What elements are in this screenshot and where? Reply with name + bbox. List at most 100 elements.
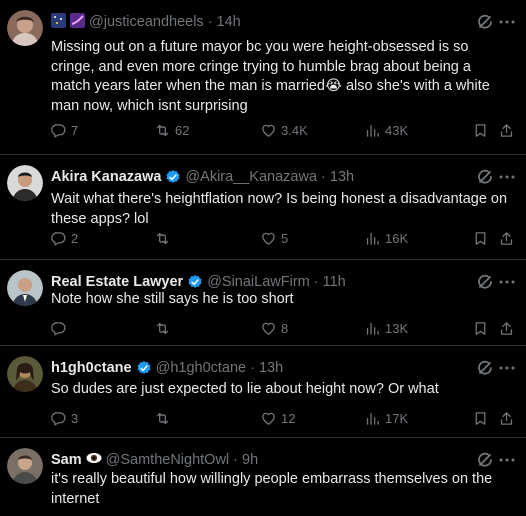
like-button[interactable]: 12 (260, 410, 295, 427)
views-icon (366, 322, 379, 335)
share-button[interactable] (498, 410, 519, 427)
repost-button[interactable] (154, 230, 175, 247)
views-button[interactable]: 13K (364, 320, 408, 337)
reply-count: 7 (71, 123, 79, 138)
view-count: 13K (385, 321, 409, 336)
repost-button[interactable]: 62 (154, 122, 189, 139)
share-icon (500, 412, 513, 425)
like-count: 5 (281, 231, 289, 246)
repost-icon (156, 232, 169, 245)
more-options-icon[interactable] (498, 451, 516, 469)
bookmark-button[interactable] (472, 410, 493, 427)
separator-dot: · (233, 452, 238, 468)
post-timestamp[interactable]: 14h (217, 14, 241, 30)
post-actions: 7 62 3.4K 43K (50, 122, 516, 142)
heart-icon (262, 322, 275, 335)
post-actions: 3 12 17K (50, 410, 516, 430)
grok-icon[interactable] (476, 273, 494, 291)
post-text: it's really beautiful how willingly peop… (51, 471, 493, 507)
view-count: 43K (385, 123, 409, 138)
reply-button[interactable]: 7 (50, 122, 78, 139)
views-button[interactable]: 16K (364, 230, 408, 247)
avatar[interactable] (7, 10, 43, 46)
repost-button[interactable] (154, 320, 175, 337)
reply-button[interactable]: 2 (50, 230, 78, 247)
views-button[interactable]: 17K (364, 410, 408, 427)
like-button[interactable]: 8 (260, 320, 288, 337)
share-button[interactable] (498, 230, 519, 247)
post-handle[interactable]: @h1gh0ctane (156, 360, 247, 376)
night-sky-emoji-icon (51, 12, 66, 32)
share-button[interactable] (498, 320, 519, 337)
share-icon (500, 322, 513, 335)
avatar[interactable] (7, 356, 43, 392)
avatar[interactable] (7, 448, 43, 484)
post[interactable]: h1gh0ctane @h1gh0ctane · 13h So dudes ar… (0, 346, 526, 438)
post-header: @justiceandheels · 14h (51, 12, 486, 32)
verified-badge-icon (137, 361, 151, 374)
grok-icon[interactable] (476, 13, 494, 31)
verified-badge-icon (188, 275, 202, 288)
grok-icon[interactable] (476, 359, 494, 377)
bookmark-icon (475, 124, 486, 137)
repost-icon (156, 412, 169, 425)
reply-icon (51, 412, 66, 426)
post-handle[interactable]: @justiceandheels (89, 14, 204, 30)
post-display-name[interactable]: Akira Kanazawa (51, 169, 161, 185)
post-header: Real Estate Lawyer @SinaiLawFirm · 11h (51, 272, 486, 292)
post-handle[interactable]: @SamtheNightOwl (106, 452, 230, 468)
post-text: Note how she still says he is too short (51, 291, 294, 307)
bookmark-button[interactable] (472, 122, 493, 139)
reply-count: 3 (71, 411, 79, 426)
separator-dot: · (250, 360, 255, 376)
post[interactable]: @justiceandheels · 14h Missing out on a … (0, 0, 526, 155)
views-icon (366, 232, 379, 245)
reply-icon (51, 322, 66, 336)
share-button[interactable] (498, 122, 519, 139)
post-timestamp[interactable]: 13h (259, 360, 283, 376)
reply-button[interactable]: 3 (50, 410, 78, 427)
post-timestamp[interactable]: 9h (242, 452, 258, 468)
post-text: Missing out on a future mayor bc you wer… (51, 39, 490, 114)
separator-dot: · (207, 14, 213, 30)
post-actions: 2 5 16K (50, 230, 516, 250)
heart-icon (262, 232, 275, 245)
grok-icon[interactable] (476, 451, 494, 469)
reply-button[interactable] (50, 320, 71, 337)
more-options-icon[interactable] (498, 13, 516, 31)
post-actions: 8 13K (50, 320, 516, 340)
like-button[interactable]: 5 (260, 230, 288, 247)
views-button[interactable]: 43K (364, 122, 408, 139)
post[interactable]: Sam @SamtheNightOwl · 9h it's really bea… (0, 438, 526, 516)
post[interactable]: Real Estate Lawyer @SinaiLawFirm · 11h N… (0, 260, 526, 346)
grok-icon[interactable] (476, 168, 494, 186)
post-handle[interactable]: @Akira__Kanazawa (185, 169, 317, 185)
separator-dot: · (321, 169, 326, 185)
more-options-icon[interactable] (498, 359, 516, 377)
bookmark-button[interactable] (472, 320, 493, 337)
post-timestamp[interactable]: 13h (330, 169, 354, 185)
post-timestamp[interactable]: 11h (323, 274, 346, 290)
post[interactable]: Akira Kanazawa @Akira__Kanazawa · 13h Wa… (0, 155, 526, 260)
repost-count: 62 (175, 123, 190, 138)
repost-button[interactable] (154, 410, 175, 427)
avatar[interactable] (7, 270, 43, 306)
post-handle[interactable]: @SinaiLawFirm (207, 274, 310, 290)
views-icon (366, 124, 379, 137)
share-icon (500, 124, 513, 137)
like-count: 8 (281, 321, 289, 336)
reply-icon (51, 232, 66, 246)
heart-icon (262, 124, 275, 137)
like-button[interactable]: 3.4K (260, 122, 308, 139)
more-options-icon[interactable] (498, 273, 516, 291)
verified-badge-icon (166, 170, 180, 183)
post-display-name[interactable]: h1gh0ctane (51, 360, 132, 376)
bookmark-button[interactable] (472, 230, 493, 247)
more-options-icon[interactable] (498, 168, 516, 186)
heart-icon (262, 412, 275, 425)
post-display-name[interactable]: Sam (51, 452, 82, 468)
post-display-name[interactable]: Real Estate Lawyer (51, 274, 183, 290)
avatar[interactable] (7, 165, 43, 201)
bookmark-icon (475, 322, 486, 335)
views-icon (366, 412, 379, 425)
